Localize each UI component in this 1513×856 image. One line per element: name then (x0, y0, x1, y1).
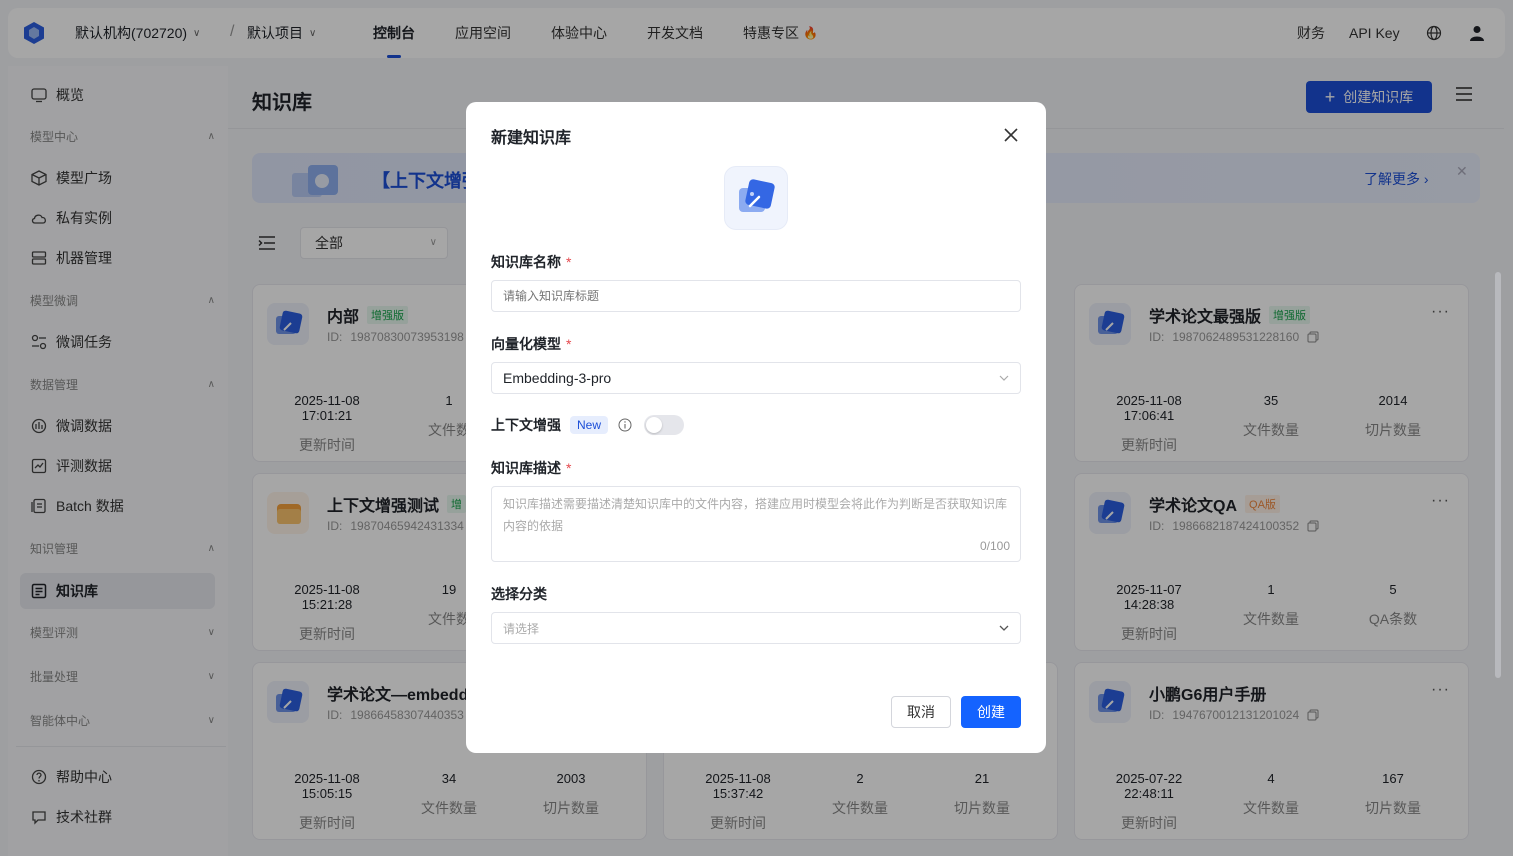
textarea-placeholder: 知识库描述需要描述清楚知识库中的文件内容，搭建应用时模型会将此作为判断是否获取知… (503, 497, 1008, 533)
chevron-down-icon (999, 625, 1009, 631)
new-badge: New (570, 416, 609, 434)
label-text: 选择分类 (491, 586, 547, 602)
dialog-title: 新建知识库 (491, 130, 572, 147)
required-mark: * (566, 336, 572, 352)
label-text: 上下文增强 (491, 417, 561, 433)
name-field-label: 知识库名称 * (491, 252, 571, 272)
description-field-label: 知识库描述 * (491, 458, 571, 478)
toggle-knob (646, 417, 663, 433)
required-mark: * (566, 254, 572, 270)
select-placeholder: 请选择 (503, 621, 540, 636)
category-field-label: 选择分类 (491, 584, 547, 604)
create-button[interactable]: 创建 (961, 696, 1021, 728)
label-text: 向量化模型 (491, 336, 561, 352)
cancel-button[interactable]: 取消 (891, 696, 951, 728)
close-icon[interactable] (1002, 126, 1020, 144)
char-counter: 0/100 (979, 539, 1010, 553)
create-knowledge-base-dialog: 新建知识库 知识库名称 * 向量化模型 * Embedding-3-pro 上下文增… (466, 102, 1046, 753)
info-icon[interactable] (618, 418, 632, 432)
label-text: 知识库名称 (491, 254, 561, 270)
context-enhance-label: 上下文增强 New (491, 415, 685, 435)
chevron-down-icon (999, 375, 1009, 381)
select-value: Embedding-3-pro (503, 370, 612, 386)
category-select[interactable]: 请选择 (491, 612, 1021, 644)
vector-model-label: 向量化模型 * (491, 334, 571, 354)
knowledge-base-icon (724, 166, 788, 230)
knowledge-base-name-input[interactable] (491, 280, 1021, 312)
required-mark: * (566, 460, 572, 476)
description-textarea[interactable]: 知识库描述需要描述清楚知识库中的文件内容，搭建应用时模型会将此作为判断是否获取知… (491, 486, 1021, 562)
label-text: 知识库描述 (491, 460, 561, 476)
page-scrollbar[interactable] (1495, 272, 1501, 678)
vector-model-select[interactable]: Embedding-3-pro (491, 362, 1021, 394)
context-enhance-toggle[interactable] (644, 415, 685, 435)
